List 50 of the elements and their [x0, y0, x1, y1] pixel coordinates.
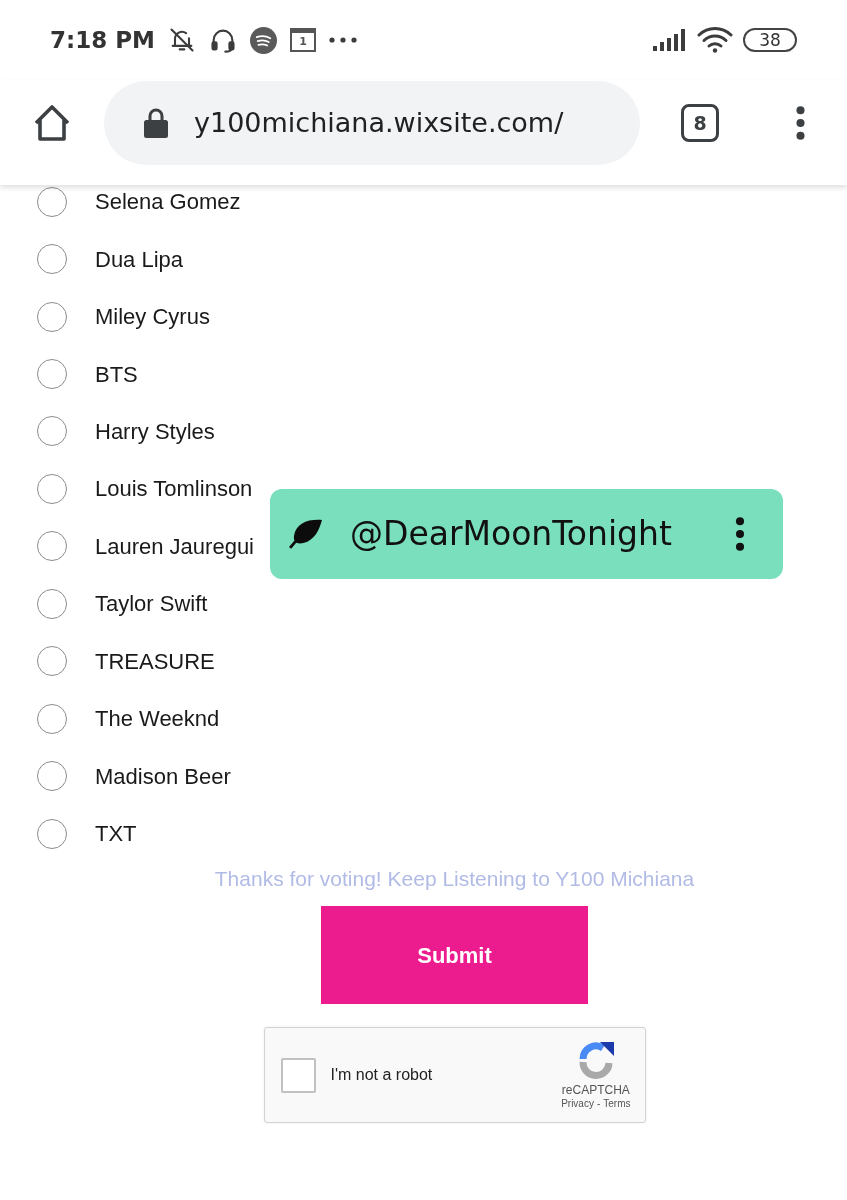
radio-button[interactable] — [37, 761, 67, 792]
option-label: TXT — [95, 820, 137, 849]
option-label: Madison Beer — [95, 762, 231, 791]
privacy-link[interactable]: Privacy — [561, 1097, 594, 1111]
radio-button[interactable] — [37, 359, 67, 390]
thanks-message: Thanks for voting! Keep Listening to Y100 Michiana — [214, 866, 695, 893]
radio-button[interactable] — [37, 244, 67, 275]
address-bar[interactable]: y100michiana.wixsite.com/ — [104, 81, 640, 165]
terms-link[interactable]: Terms — [603, 1097, 631, 1111]
wifi-icon — [697, 26, 733, 54]
captcha-checkbox[interactable] — [280, 1057, 316, 1093]
radio-button[interactable] — [37, 301, 67, 332]
handle-text: @DearMoonTonight — [350, 513, 672, 556]
option-label: Louis Tomlinson — [95, 475, 253, 504]
battery-level: 38 — [759, 31, 781, 49]
submit-button[interactable]: Submit — [321, 906, 588, 1005]
captcha-label: I'm not a robot — [330, 1065, 433, 1086]
link-separator: - — [596, 1097, 601, 1111]
recaptcha-brand: reCAPTCHA — [561, 1083, 630, 1098]
radio-button[interactable] — [37, 186, 67, 217]
radio-button[interactable] — [37, 818, 67, 849]
more-icon — [328, 37, 357, 43]
option-label: The Weeknd — [95, 705, 220, 734]
option-label: Selena Gomez — [95, 188, 241, 217]
bell-off-icon — [167, 26, 196, 54]
radio-button[interactable] — [37, 703, 67, 734]
tab-count-button[interactable]: 8 — [681, 104, 719, 142]
radio-button[interactable] — [37, 588, 67, 619]
floating-handle-bubble[interactable]: @DearMoonTonight — [270, 489, 783, 579]
signal-icon — [653, 29, 687, 51]
leaf-icon — [288, 519, 322, 549]
option-label: Taylor Swift — [95, 590, 208, 619]
option-label: Dua Lipa — [95, 245, 184, 274]
radio-button[interactable] — [37, 531, 67, 562]
status-time: 7:18 PM — [50, 25, 155, 55]
option-label: TREASURE — [95, 647, 215, 676]
calendar-day: 1 — [299, 36, 307, 47]
radio-button[interactable] — [37, 473, 67, 504]
option-label: BTS — [95, 360, 138, 389]
url-text: y100michiana.wixsite.com/ — [194, 105, 564, 140]
radio-button[interactable] — [37, 646, 67, 677]
music-app-icon — [249, 26, 277, 54]
lock-icon — [144, 108, 168, 138]
more-options-icon[interactable] — [735, 517, 745, 551]
menu-icon[interactable] — [796, 106, 805, 140]
option-label: Lauren Jauregui — [95, 532, 254, 561]
radio-button[interactable] — [37, 416, 67, 447]
home-icon[interactable] — [33, 104, 71, 142]
option-label: Miley Cyrus — [95, 303, 210, 332]
option-label: Harry Styles — [95, 417, 215, 446]
